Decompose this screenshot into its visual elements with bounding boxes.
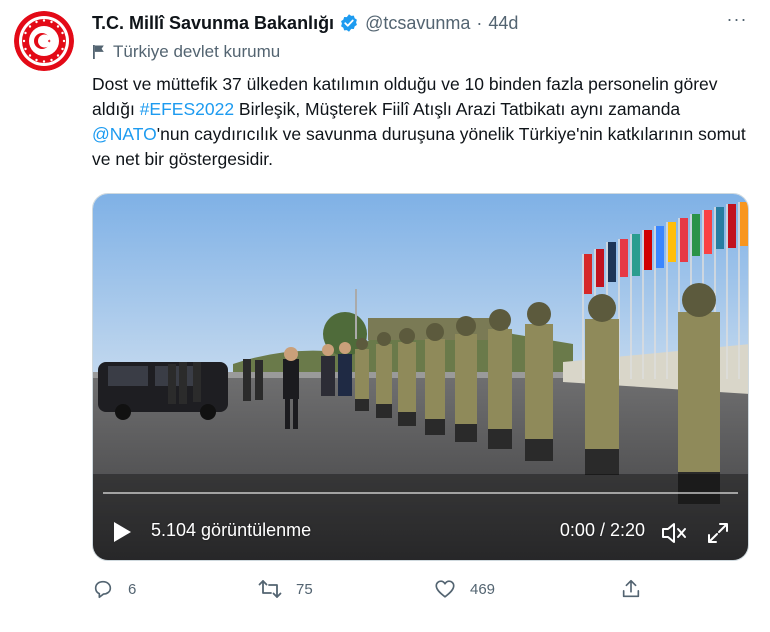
video-duration: 0:00 / 2:20 <box>559 520 645 540</box>
play-icon[interactable] <box>111 520 133 544</box>
reply-icon <box>94 580 112 599</box>
avatar[interactable] <box>14 11 74 71</box>
share-button[interactable] <box>620 578 656 600</box>
view-count: 5.104 görüntülenme <box>151 520 312 540</box>
ministry-emblem-icon <box>14 11 74 71</box>
flag-icon <box>93 45 104 59</box>
video-progress-bar[interactable] <box>103 492 738 494</box>
like-button[interactable]: 469 <box>434 578 495 600</box>
account-label[interactable]: Türkiye devlet kurumu <box>92 42 280 62</box>
display-name[interactable]: T.C. Millî Savunma Bakanlığı <box>92 13 334 34</box>
mute-icon[interactable] <box>660 521 688 545</box>
share-icon <box>622 579 640 598</box>
handle[interactable]: @tcsavunma <box>365 13 470 34</box>
fullscreen-icon[interactable] <box>706 521 730 545</box>
tweet-text: Dost ve müttefik 37 ülkeden katılımın ol… <box>92 72 752 172</box>
mention-link[interactable]: @NATO <box>92 124 157 144</box>
hashtag-link[interactable]: #EFES2022 <box>140 99 234 119</box>
like-count: 469 <box>470 580 496 598</box>
tweet-text-part-2: Birleşik, Müşterek Fiilî Atışlı Arazi Ta… <box>234 99 681 119</box>
reply-button[interactable]: 6 <box>92 578 136 600</box>
video-player[interactable]: 5.104 görüntülenme 0:00 / 2:20 <box>92 193 749 561</box>
account-label-text: Türkiye devlet kurumu <box>113 42 281 61</box>
tweet-text-part-3: 'nun caydırıcılık ve savunma duruşuna yö… <box>92 124 746 169</box>
retweet-icon <box>258 580 282 598</box>
separator-dot: · <box>476 12 483 33</box>
verified-badge-icon <box>339 13 359 33</box>
retweet-button[interactable]: 75 <box>258 578 313 600</box>
tweet-header: T.C. Millî Savunma Bakanlığı @tcsavunma … <box>92 10 770 36</box>
timestamp[interactable]: 44d <box>488 13 518 34</box>
video-frame-image <box>93 194 748 560</box>
more-options-icon[interactable]: ··· <box>726 8 748 30</box>
reply-count: 6 <box>128 580 137 598</box>
retweet-count: 75 <box>296 580 313 598</box>
action-bar: 6 75 469 <box>92 578 652 608</box>
heart-icon <box>435 580 455 598</box>
